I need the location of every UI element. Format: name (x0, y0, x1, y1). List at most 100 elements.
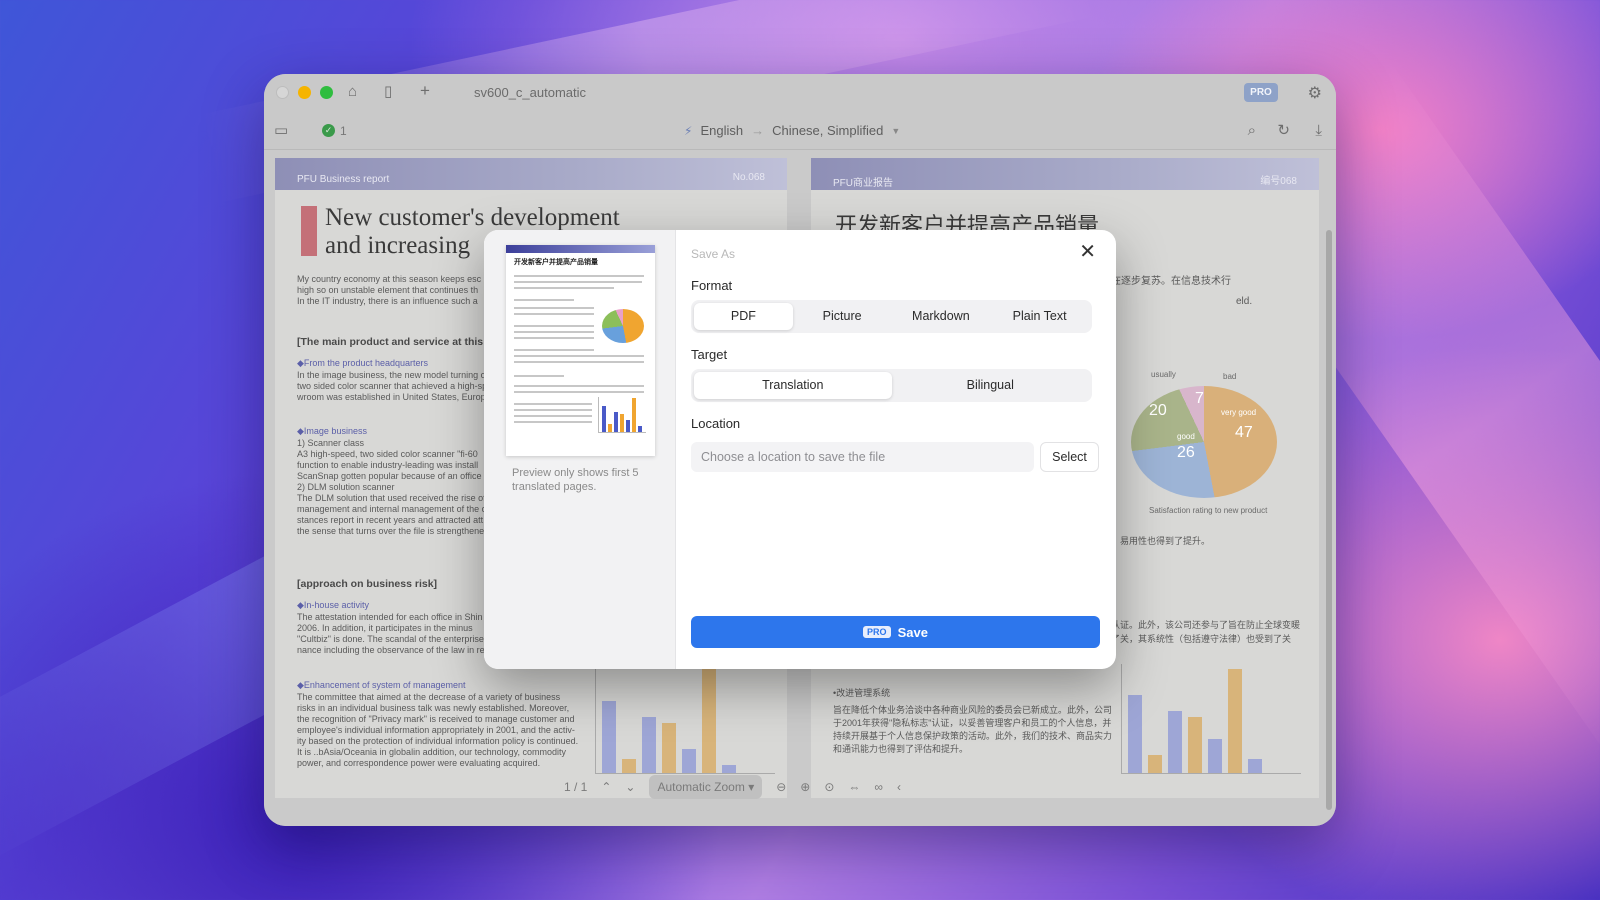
chart-bar (1248, 759, 1262, 773)
pie-label: good (1177, 432, 1195, 441)
close-icon[interactable]: ✕ (1079, 242, 1096, 262)
thumbnail-line (514, 307, 594, 309)
subsection-heading: ◆Enhancement of system of management (297, 680, 466, 690)
paragraph: eld. (1236, 296, 1253, 307)
page-header-band: PFU商业报告 编号068 (811, 158, 1319, 190)
save-button-label: Save (897, 624, 928, 640)
pie-value: 47 (1235, 424, 1253, 441)
band-left-text: PFU Business report (297, 174, 390, 185)
thumbnail-line (514, 361, 644, 363)
pie-value: 20 (1149, 402, 1167, 419)
refresh-icon[interactable]: ↻ (1277, 123, 1290, 139)
pie-value: 7 (1195, 390, 1204, 407)
page-indicator[interactable]: 1 / 1 (564, 780, 587, 794)
bar-chart (595, 664, 775, 774)
thumbnail-bar-chart (598, 397, 646, 433)
thumbnail-line (514, 355, 644, 357)
save-button[interactable]: PRO Save (691, 616, 1100, 648)
intro-paragraph: My country economy at this season keeps … (297, 274, 482, 306)
chart-bar (602, 701, 616, 773)
zoom-label: Automatic Zoom (657, 780, 745, 794)
thumbnail-line (514, 349, 594, 351)
chevron-down-icon[interactable]: ▼ (891, 126, 900, 136)
thumbnail-header (506, 245, 655, 253)
save-as-dialog: 开发新客户并提高产品销量 Preview only shows first 5 … (484, 230, 1116, 669)
subsection-heading: ◆From the product headquarters (297, 358, 428, 368)
thumbnail-bar (620, 414, 624, 432)
thumbnail-line (514, 287, 614, 289)
paragraph: 1) Scanner class A3 high-speed, two side… (297, 438, 491, 536)
reading-mode-icon[interactable]: ∞ (874, 780, 883, 794)
gear-icon[interactable]: ⚙ (1308, 83, 1322, 103)
search-icon[interactable]: ⌕ (1248, 123, 1256, 139)
zoom-in-icon[interactable]: ⊕ (800, 780, 810, 794)
pie-label: usually (1151, 370, 1176, 379)
location-input[interactable] (691, 442, 1034, 472)
save-options-panel: Save As ✕ Format PDF Picture Markdown Pl… (676, 230, 1116, 669)
target-option-bilingual[interactable]: Bilingual (892, 372, 1090, 399)
location-label: Location (691, 416, 741, 431)
format-option-picture[interactable]: Picture (793, 303, 892, 330)
subsection-heading: •改进管理系统 (833, 688, 891, 698)
format-label: Format (691, 278, 733, 293)
fit-width-icon[interactable]: ⇔ (848, 780, 860, 794)
heading-line: New customer's development (325, 204, 620, 231)
minimize-window-button[interactable] (298, 86, 311, 99)
title-bar: ⌂ ▯ + sv600_c_automatic PRO ⚙ (264, 74, 1336, 112)
section-heading: [The main product and service at this (297, 336, 484, 348)
completed-count: 1 (340, 124, 347, 138)
bar-chart (1121, 664, 1301, 774)
pie-caption: Satisfaction rating to new product (1149, 506, 1268, 515)
thumbnail-line (514, 415, 592, 417)
subsection-heading: ◆Image business (297, 426, 367, 436)
book-icon[interactable]: ▯ (384, 84, 392, 100)
language-selector[interactable]: ⚡ English → Chinese, Simplified ▼ (684, 123, 900, 138)
scrollbar[interactable] (1326, 230, 1332, 810)
subsection-heading: ◆In-house activity (297, 600, 369, 610)
thumbnail-bar (602, 406, 606, 432)
paragraph: 了关，其系统性（包括遵守法律）也受到了关 (1111, 634, 1292, 644)
chevron-left-icon[interactable]: ‹ (897, 780, 901, 794)
band-left-text: PFU商业报告 (833, 178, 893, 189)
section-heading: [approach on business risk] (297, 578, 438, 590)
dialog-title: Save As (691, 247, 736, 261)
chevron-down-icon[interactable]: ⌄ (625, 780, 635, 794)
close-window-button[interactable] (276, 86, 289, 99)
format-option-pdf[interactable]: PDF (694, 303, 793, 330)
zoom-out-icon[interactable]: ⊖ (776, 780, 786, 794)
pie-label: bad (1223, 372, 1237, 381)
thumbnail-line (514, 403, 592, 405)
fit-page-icon[interactable]: ⊙ (824, 780, 834, 794)
format-option-markdown[interactable]: Markdown (892, 303, 991, 330)
preview-thumbnail: 开发新客户并提高产品销量 (506, 245, 655, 456)
thumbnail-bar (608, 424, 612, 432)
zoom-select[interactable]: Automatic Zoom ▾ (649, 775, 763, 799)
thumbnail-line (514, 281, 642, 283)
band-right-text: 编号068 (1260, 176, 1297, 187)
format-option-plain-text[interactable]: Plain Text (990, 303, 1089, 330)
paragraph: 在逐步复苏。在信息技术行 (1111, 276, 1231, 287)
paragraph: 旨在降低个体业务洽谈中各种商业风险的委员会已新成立。此外，公司 于2001年获得… (833, 705, 1113, 754)
target-option-translation[interactable]: Translation (694, 372, 892, 399)
download-icon[interactable]: ⤓ (1315, 123, 1322, 139)
thumbnail-title: 开发新客户并提高产品销量 (514, 259, 598, 266)
thumbnail-line (514, 409, 592, 411)
chart-bar (682, 749, 696, 773)
toolbar: ▭ ✓ 1 ⚡ English → Chinese, Simplified ▼ … (264, 112, 1336, 150)
chart-bar (622, 759, 636, 773)
select-location-button[interactable]: Select (1040, 442, 1099, 472)
zoom-window-button[interactable] (320, 86, 333, 99)
new-tab-icon[interactable]: + (420, 82, 430, 99)
pro-badge[interactable]: PRO (1244, 83, 1278, 102)
paragraph: The committee that aimed at the decrease… (297, 692, 579, 768)
source-language[interactable]: English (700, 123, 743, 138)
sidebar-toggle-icon[interactable]: ▭ (274, 123, 288, 139)
home-icon[interactable]: ⌂ (348, 84, 357, 100)
target-language[interactable]: Chinese, Simplified (772, 123, 883, 138)
format-segmented-control: PDF Picture Markdown Plain Text (691, 300, 1092, 333)
bolt-icon: ⚡ (684, 123, 693, 138)
check-icon: ✓ (322, 124, 335, 137)
target-label: Target (691, 347, 728, 362)
chevron-up-icon[interactable]: ⌃ (601, 780, 611, 794)
pie-value: 26 (1177, 444, 1195, 461)
